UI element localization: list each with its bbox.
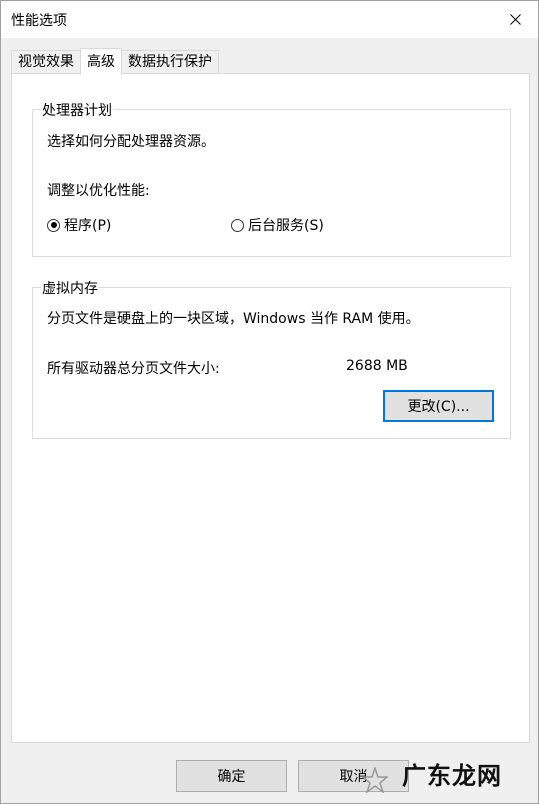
paging-file-total-label: 所有驱动器总分页文件大小: [47, 361, 220, 377]
star-icon [362, 767, 388, 793]
watermark-text: 广东龙网 [402, 761, 502, 790]
radio-background-indicator [231, 218, 244, 232]
virtual-memory-group: 虚拟内存 分页文件是硬盘上的一块区域，Windows 当作 RAM 使用。 所有… [32, 278, 511, 439]
title-bar[interactable]: 性能选项 [1, 1, 538, 38]
radio-programs-indicator [47, 218, 60, 232]
cancel-button[interactable]: 取消 [298, 760, 409, 792]
window-title: 性能选项 [11, 13, 67, 29]
radio-background-label: 后台服务(S) [248, 218, 324, 234]
paging-file-total-value: 2688 MB [346, 358, 408, 374]
virtual-memory-label: 虚拟内存 [41, 278, 99, 298]
performance-options-dialog: 性能选项 视觉效果 高级 数据执行保护 处理器计划 选择如何分配处理器资源。 调… [0, 0, 539, 804]
tab-strip: 视觉效果 高级 数据执行保护 [11, 48, 219, 75]
processor-scheduling-label: 处理器计划 [41, 100, 113, 120]
tab-visual-effects[interactable]: 视觉效果 [11, 50, 81, 74]
tab-data-execution-prevention[interactable]: 数据执行保护 [121, 50, 219, 74]
radio-background-services[interactable]: 后台服务(S) [231, 215, 324, 235]
virtual-memory-description: 分页文件是硬盘上的一块区域，Windows 当作 RAM 使用。 [47, 311, 420, 327]
radio-programs[interactable]: 程序(P) [47, 215, 111, 235]
processor-scheduling-group: 处理器计划 选择如何分配处理器资源。 调整以优化性能: 程序(P) 后台服务(S… [32, 100, 511, 257]
tab-panel-advanced: 处理器计划 选择如何分配处理器资源。 调整以优化性能: 程序(P) 后台服务(S… [11, 73, 530, 743]
adjust-performance-label: 调整以优化性能: [47, 183, 150, 199]
tab-advanced[interactable]: 高级 [80, 48, 122, 75]
radio-programs-label: 程序(P) [64, 218, 112, 234]
processor-description: 选择如何分配处理器资源。 [47, 134, 215, 150]
change-button[interactable]: 更改(C)... [383, 390, 494, 422]
close-icon [509, 14, 521, 25]
close-button[interactable] [492, 1, 538, 38]
ok-button[interactable]: 确定 [176, 760, 287, 792]
